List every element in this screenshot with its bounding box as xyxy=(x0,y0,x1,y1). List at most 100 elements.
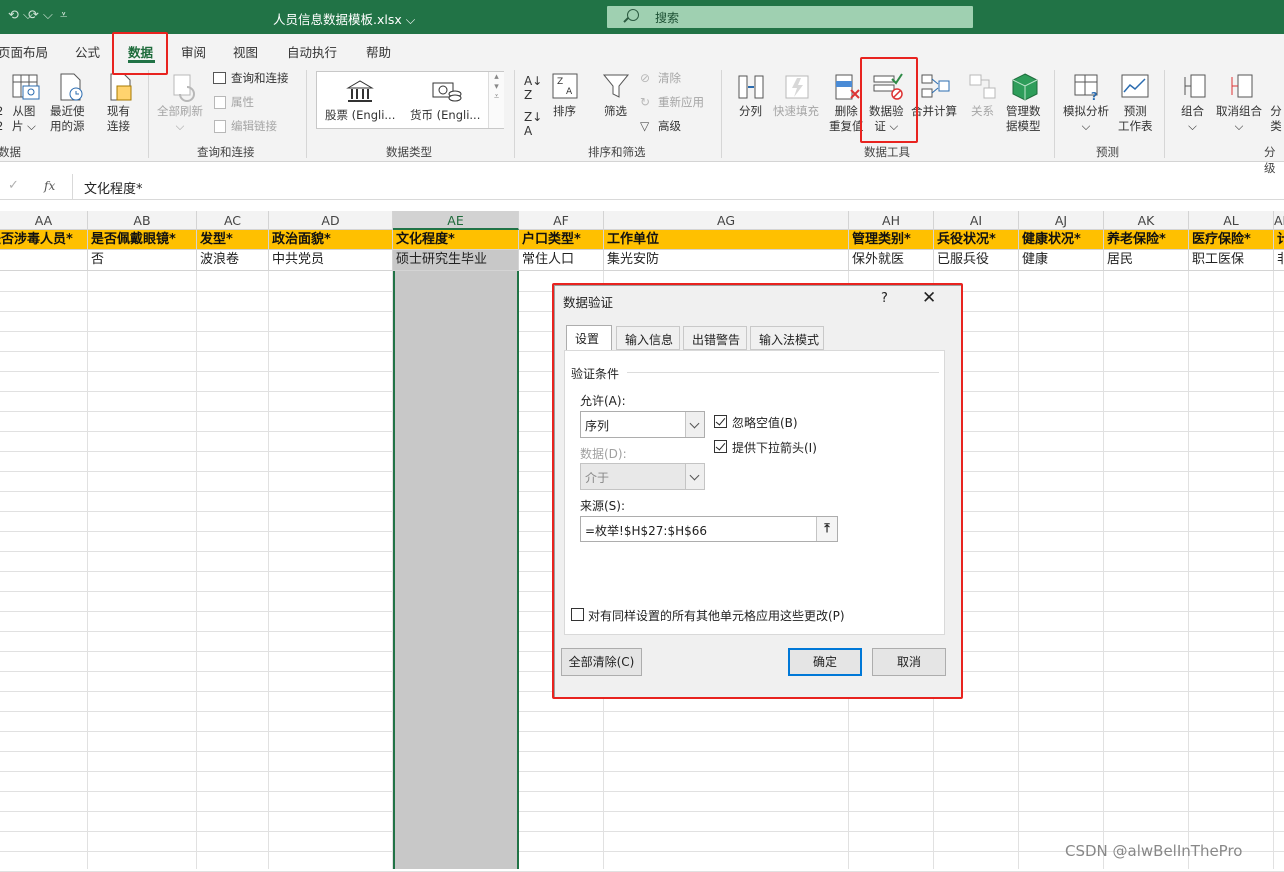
partial-left-button-top[interactable]: 2 xyxy=(0,104,3,119)
confirm-icon[interactable]: ✓ xyxy=(8,178,19,193)
header-cell[interactable]: 计 xyxy=(1274,230,1284,250)
currency-button[interactable]: 货币 (Engli... xyxy=(410,108,480,123)
from-picture-button[interactable]: 从图 片 ⌵ xyxy=(12,104,36,134)
refresh-all-button[interactable]: 全部刷新 ⌵ xyxy=(157,104,203,134)
header-cell[interactable]: 健康状况* xyxy=(1019,230,1104,250)
data-cell[interactable]: 健康 xyxy=(1019,250,1104,271)
header-cell[interactable]: 兵役状况* xyxy=(934,230,1019,250)
header-cell[interactable]: 发型* xyxy=(197,230,269,250)
refresh-all-icon xyxy=(173,74,195,102)
ribbon: 2 2 从图 片 ⌵ 最近使 用的源 现有 连接 数据 全部刷新 ⌵ 查询和连接… xyxy=(0,64,1284,175)
data-cell[interactable]: 中共党员 xyxy=(269,250,393,271)
tab-formulas[interactable]: 公式 xyxy=(75,42,100,61)
header-cell[interactable]: 工作单位 xyxy=(604,230,849,250)
insert-function-icon[interactable]: fx xyxy=(44,179,55,193)
header-cell[interactable]: 户口类型* xyxy=(519,230,604,250)
recent-sources-button[interactable]: 最近使 用的源 xyxy=(50,104,85,134)
column-header-ai[interactable]: AI xyxy=(934,211,1019,230)
column-header-aj[interactable]: AJ xyxy=(1019,211,1104,230)
column-header-am[interactable]: AM xyxy=(1274,211,1284,230)
grid-line xyxy=(1273,271,1274,869)
selected-column-highlight xyxy=(393,250,519,869)
grid-line xyxy=(0,731,1284,732)
partial-left-button-bottom[interactable]: 2 xyxy=(0,119,3,134)
filter-button[interactable]: 筛选 xyxy=(604,104,627,119)
tab-page-layout[interactable]: 页面布局 xyxy=(0,42,48,61)
grid-line xyxy=(0,751,1284,752)
tab-review[interactable]: 审阅 xyxy=(181,42,206,61)
search-box[interactable]: 搜索 xyxy=(607,6,973,28)
data-cell[interactable]: 硕士研究生毕业 xyxy=(393,250,519,271)
document-title[interactable]: 人员信息数据模板.xlsx ⌵ xyxy=(273,9,415,28)
data-cell[interactable]: 保外就医 xyxy=(849,250,934,271)
column-header-al[interactable]: AL xyxy=(1189,211,1274,230)
header-cell[interactable]: 文化程度* xyxy=(393,230,519,250)
remove-duplicates-button[interactable]: 删除 重复值 xyxy=(829,104,864,134)
column-header-ah[interactable]: AH xyxy=(849,211,934,230)
tab-help[interactable]: 帮助 xyxy=(366,42,391,61)
data-cell[interactable]: 常住人口 xyxy=(519,250,604,271)
flash-fill-button[interactable]: 快速填充 xyxy=(773,104,819,119)
header-cell[interactable]: 管理类别* xyxy=(849,230,934,250)
sort-button[interactable]: 排序 xyxy=(553,104,576,119)
header-cell[interactable]: 养老保险* xyxy=(1104,230,1189,250)
search-icon xyxy=(627,9,639,21)
column-header-ag[interactable]: AG xyxy=(604,211,849,230)
forecast-sheet-button[interactable]: 预测 工作表 xyxy=(1118,104,1153,134)
column-header-ae[interactable]: AE xyxy=(393,211,519,230)
column-header-ab[interactable]: AB xyxy=(88,211,197,230)
data-cell[interactable]: 已服兵役 xyxy=(934,250,1019,271)
column-header-ak[interactable]: AK xyxy=(1104,211,1189,230)
gallery-scroll-icon[interactable]: ▴ ▾ ⩡ xyxy=(488,72,504,128)
data-cell[interactable]: 集光安防 xyxy=(604,250,849,271)
data-cell[interactable]: 波浪卷 xyxy=(197,250,269,271)
group-label-data-tools: 数据工具 xyxy=(864,145,910,159)
redo-button[interactable]: ⟳ ⌵ xyxy=(28,8,53,23)
svg-text:Z: Z xyxy=(557,77,563,87)
data-cell[interactable]: 否 xyxy=(88,250,197,271)
highlight-data-validation xyxy=(860,57,918,143)
filter-icon xyxy=(602,74,630,98)
properties-button[interactable]: 属性 xyxy=(231,95,254,110)
edit-links-button[interactable]: 编辑链接 xyxy=(231,119,277,134)
data-cell[interactable]: 非 xyxy=(1274,250,1284,271)
subtotal-button[interactable]: 分类 xyxy=(1268,104,1284,134)
sort-za-icon[interactable]: Z↓ A xyxy=(524,110,542,138)
column-header-af[interactable]: AF xyxy=(519,211,604,230)
stocks-button[interactable]: 股票 (Engli... xyxy=(325,108,395,123)
tab-view[interactable]: 视图 xyxy=(233,42,258,61)
data-cell[interactable]: 职工医保 xyxy=(1189,250,1274,271)
header-cell[interactable]: 政治面貌* xyxy=(269,230,393,250)
column-header-ad[interactable]: AD xyxy=(269,211,393,230)
tab-automate[interactable]: 自动执行 xyxy=(287,42,337,61)
title-bar: ⟲ ⌵ ⟳ ⌵ ⩡ 人员信息数据模板.xlsx ⌵ 搜索 xyxy=(0,0,1284,34)
header-cell[interactable]: 是否涉毒人员* xyxy=(0,230,88,250)
data-cell[interactable]: 居民 xyxy=(1104,250,1189,271)
queries-connections-button[interactable]: 查询和连接 xyxy=(231,71,289,86)
reapply-button[interactable]: 重新应用 xyxy=(658,95,704,110)
customize-quick-access-icon[interactable]: ⩡ xyxy=(60,8,67,23)
advanced-button[interactable]: 高级 xyxy=(658,119,681,134)
column-header-ac[interactable]: AC xyxy=(197,211,269,230)
what-if-analysis-icon: ? xyxy=(1074,74,1098,102)
column-header-aa[interactable]: AA xyxy=(0,211,88,230)
data-types-gallery[interactable]: 股票 (Engli... 货币 (Engli... ▴ ▾ ⩡ xyxy=(316,71,504,129)
text-to-columns-button[interactable]: 分列 xyxy=(739,104,762,119)
relationships-button[interactable]: 关系 xyxy=(971,104,994,119)
data-cell[interactable] xyxy=(0,250,88,271)
header-cell[interactable]: 是否佩戴眼镜* xyxy=(88,230,197,250)
group-button[interactable]: 组合 ⌵ xyxy=(1181,104,1204,134)
ungroup-button[interactable]: 取消组合 ⌵ xyxy=(1216,104,1262,134)
group-label-data-types: 数据类型 xyxy=(386,145,432,159)
clear-filter-icon: ⊘ xyxy=(640,71,651,85)
what-if-analysis-button[interactable]: 模拟分析 ⌵ xyxy=(1063,104,1109,134)
grid-line xyxy=(1103,271,1104,869)
grid-line xyxy=(268,271,269,869)
sort-az-icon[interactable]: A↓ Z xyxy=(524,74,542,102)
consolidate-icon xyxy=(921,74,950,98)
clear-button[interactable]: 清除 xyxy=(658,71,681,86)
header-cell[interactable]: 医疗保险* xyxy=(1189,230,1274,250)
formula-input[interactable]: 文化程度* xyxy=(84,178,143,197)
existing-connections-button[interactable]: 现有 连接 xyxy=(107,104,130,134)
manage-data-model-button[interactable]: 管理数 据模型 xyxy=(1006,104,1041,134)
